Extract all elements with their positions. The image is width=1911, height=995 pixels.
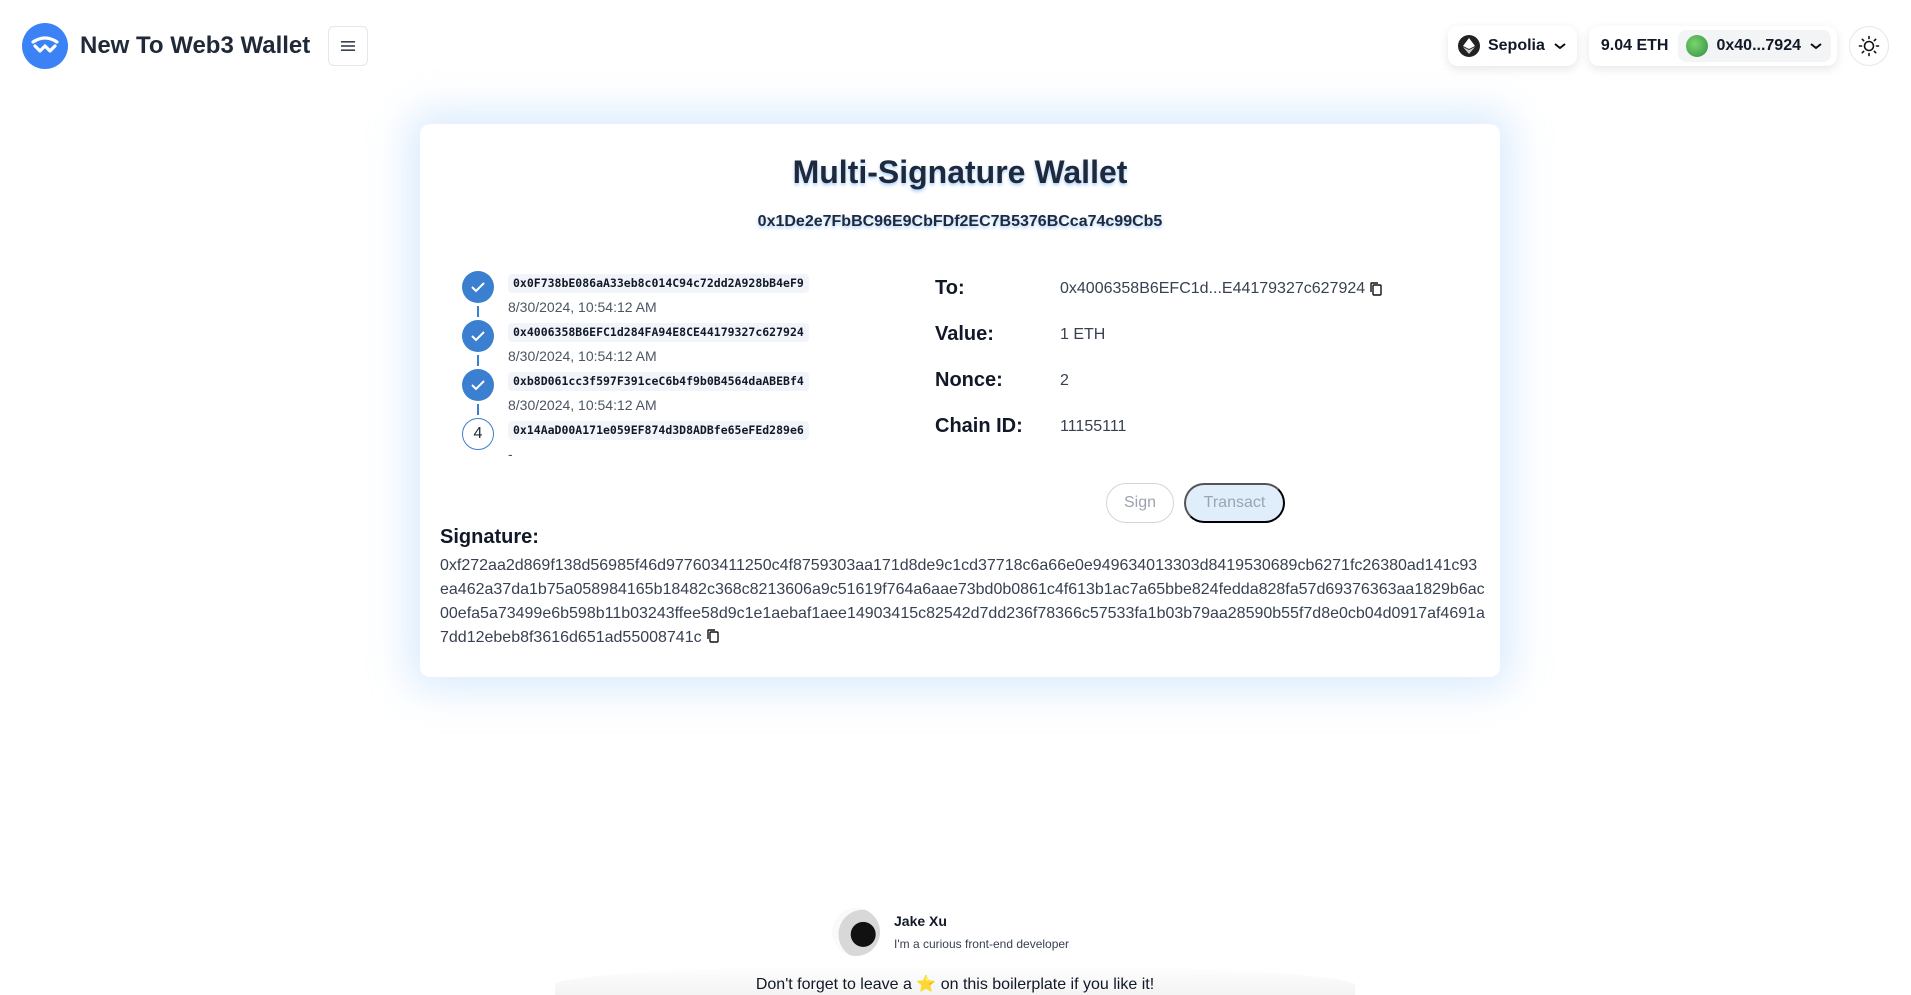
account-address: 0x40...7924	[1716, 37, 1801, 54]
author-bio: I'm a curious front-end developer	[894, 937, 1070, 951]
copy-icon[interactable]	[1369, 281, 1383, 297]
step-connector	[477, 404, 479, 415]
network-selector[interactable]: Sepolia	[1447, 26, 1577, 66]
value-label: Value:	[935, 323, 994, 345]
menu-button[interactable]	[328, 26, 369, 66]
check-icon	[462, 320, 494, 352]
to-value: 0x4006358B6EFC1d...E44179327c627924	[1060, 280, 1383, 298]
check-icon	[462, 369, 494, 401]
transaction-details: To: 0x4006358B6EFC1d...E44179327c627924 …	[935, 271, 1455, 455]
signer-time: -	[508, 446, 513, 462]
signer-address: 0x0F738bE086aA33eb8c014C94c72dd2A928bB4e…	[508, 274, 809, 293]
signer-time: 8/30/2024, 10:54:12 AM	[508, 299, 657, 315]
page-title: Multi-Signature Wallet	[792, 154, 1128, 190]
signer-time: 8/30/2024, 10:54:12 AM	[508, 348, 657, 364]
author-name: Jake Xu	[894, 913, 947, 929]
step-connector	[477, 306, 479, 317]
value-amount: 1 ETH	[1060, 326, 1106, 343]
check-icon	[462, 271, 494, 303]
copy-icon[interactable]	[706, 628, 720, 644]
detail-row-value: Value: 1 ETH	[935, 317, 1455, 363]
detail-row-to: To: 0x4006358B6EFC1d...E44179327c627924	[935, 271, 1455, 317]
signer-step: 0xb8D061cc3f597F391ceC6b4f9b0B4564daABEB…	[462, 369, 862, 418]
to-address: 0x4006358B6EFC1d...E44179327c627924	[1060, 280, 1366, 297]
theme-toggle-button[interactable]	[1849, 26, 1889, 66]
step-connector	[477, 355, 479, 366]
step-number: 4	[462, 418, 494, 450]
header-controls: Sepolia 9.04 ETH 0x40...7924	[1447, 26, 1889, 66]
header: New To Web3 Wallet Sepolia 9.04 ETH 0x40…	[0, 0, 1911, 92]
signer-step: 4 0x14AaD00A171e059EF874d3D8ADBfe65eFEd2…	[462, 418, 862, 467]
brand: New To Web3 Wallet	[22, 23, 369, 69]
avatar[interactable]	[832, 908, 880, 956]
chain-id-value: 11155111	[1060, 418, 1127, 435]
sign-button[interactable]: Sign	[1106, 483, 1174, 523]
signer-address: 0xb8D061cc3f597F391ceC6b4f9b0B4564daABEB…	[508, 372, 809, 391]
transact-button[interactable]: Transact	[1184, 483, 1285, 523]
account-button[interactable]: 9.04 ETH 0x40...7924	[1588, 26, 1837, 66]
signature-label: Signature:	[440, 526, 539, 548]
account-selector[interactable]: 0x40...7924	[1678, 30, 1831, 62]
menu-icon	[341, 41, 356, 51]
network-name: Sepolia	[1487, 37, 1545, 54]
sun-icon	[1858, 35, 1880, 57]
detail-row-chain: Chain ID: 11155111	[935, 409, 1455, 455]
signature-text: 0xf272aa2d869f138d56985f46d977603411250c…	[440, 557, 1485, 646]
signer-step: 0x4006358B6EFC1d284FA94E8CE44179327c6279…	[462, 320, 862, 369]
chain-id-label: Chain ID:	[935, 415, 1023, 437]
ethereum-icon	[1457, 35, 1480, 57]
signer-steps: 0x0F738bE086aA33eb8c014C94c72dd2A928bB4e…	[462, 271, 862, 467]
nonce-label: Nonce:	[935, 369, 1003, 391]
chevron-down-icon	[1554, 43, 1566, 50]
signer-address: 0x14AaD00A171e059EF874d3D8ADBfe65eFEd289…	[508, 421, 809, 440]
detail-row-nonce: Nonce: 2	[935, 363, 1455, 409]
wallet-address: 0x1De2e7FbBC96E9CbFDf2EC7B5376BCca74c99C…	[757, 213, 1163, 230]
footer-note[interactable]: Don't forget to leave a ⭐ on this boiler…	[555, 965, 1355, 995]
author-info: Jake Xu I'm a curious front-end develope…	[894, 913, 1069, 951]
chevron-down-icon	[1810, 43, 1822, 50]
author-card: Jake Xu I'm a curious front-end develope…	[832, 908, 1069, 956]
eth-balance: 9.04 ETH	[1600, 37, 1669, 54]
signature-value: 0xf272aa2d869f138d56985f46d977603411250c…	[440, 554, 1485, 650]
account-avatar	[1686, 35, 1709, 57]
signer-step: 0x0F738bE086aA33eb8c014C94c72dd2A928bB4e…	[462, 271, 862, 320]
wallet-logo-icon[interactable]	[22, 23, 68, 69]
app-title[interactable]: New To Web3 Wallet	[80, 32, 310, 60]
signer-address: 0x4006358B6EFC1d284FA94E8CE44179327c6279…	[508, 323, 809, 342]
nonce-value: 2	[1060, 372, 1069, 389]
multisig-card: Multi-Signature Wallet 0x1De2e7FbBC96E9C…	[420, 124, 1500, 677]
to-label: To:	[935, 277, 965, 299]
signer-time: 8/30/2024, 10:54:12 AM	[508, 397, 657, 413]
